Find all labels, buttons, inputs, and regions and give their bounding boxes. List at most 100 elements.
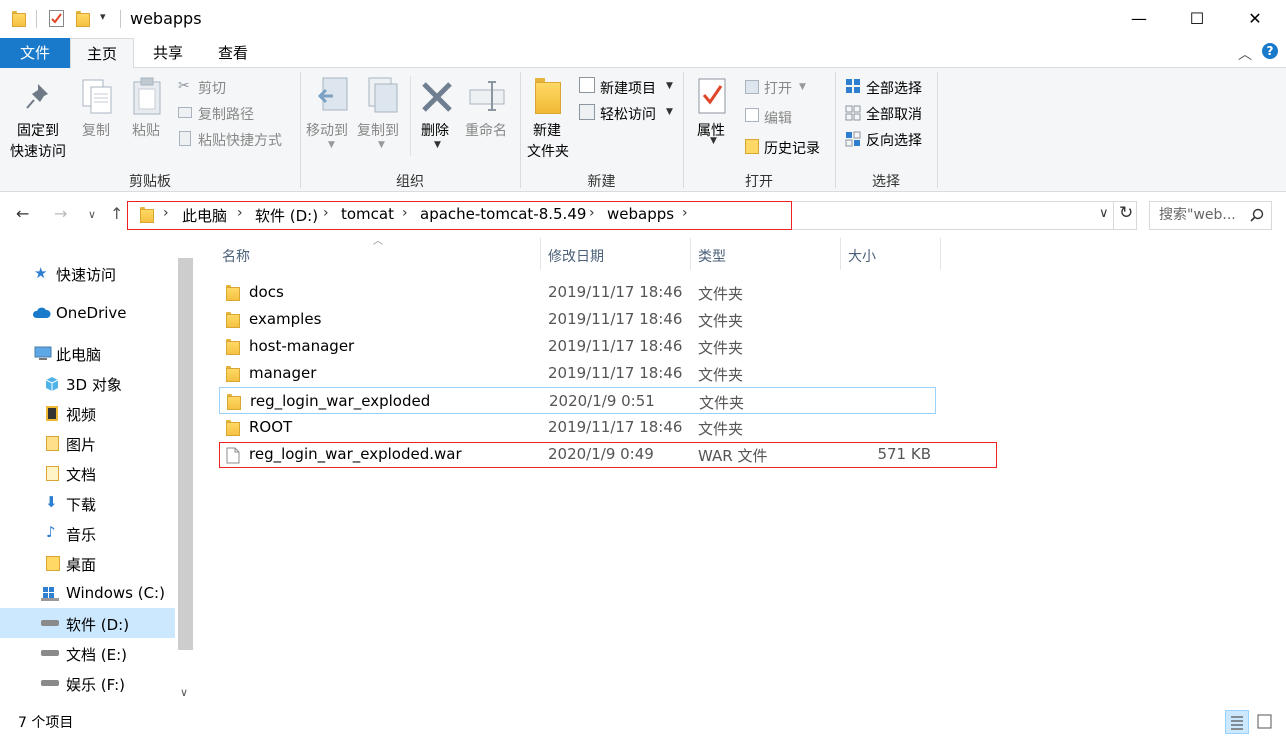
properties-quick-icon[interactable] <box>49 10 64 27</box>
nav-drive-c[interactable]: Windows (C:) <box>0 578 175 608</box>
file-date: 2020/1/9 0:51 <box>549 392 655 410</box>
edit-button[interactable]: 编辑 <box>764 108 792 128</box>
file-row-hovered[interactable]: reg_login_war_exploded 2020/1/9 0:51 文件夹 <box>219 387 936 414</box>
collapse-ribbon-icon[interactable]: ︿ <box>1238 44 1252 64</box>
copy-path-button[interactable]: 复制路径 <box>198 104 254 124</box>
drive-icon <box>41 650 59 656</box>
select-all-icon <box>846 79 860 93</box>
folder-icon <box>226 420 240 436</box>
rename-button[interactable]: 重命名 <box>465 120 507 140</box>
close-button[interactable]: ✕ <box>1226 0 1284 38</box>
select-all-button[interactable]: 全部选择 <box>866 78 922 98</box>
new-item-button[interactable]: 新建项目 <box>600 78 656 98</box>
tab-file[interactable]: 文件 <box>0 38 70 68</box>
scroll-down-icon[interactable]: ∨ <box>180 686 188 699</box>
pin-label-2[interactable]: 快速访问 <box>10 141 66 161</box>
chevron-right-icon[interactable]: › <box>402 205 408 221</box>
forward-arrow-icon[interactable]: → <box>54 204 67 223</box>
cut-button[interactable]: 剪切 <box>198 78 226 98</box>
history-button[interactable]: 历史记录 <box>764 138 820 158</box>
delete-button[interactable]: 删除 <box>421 120 449 140</box>
breadcrumb-this-pc[interactable]: 此电脑 <box>182 205 227 226</box>
breadcrumb-webapps[interactable]: webapps <box>607 205 674 223</box>
drive-icon <box>41 680 59 686</box>
column-header-name[interactable]: 名称 <box>222 246 250 266</box>
nav-this-pc[interactable]: 此电脑 <box>0 338 175 368</box>
breadcrumb-drive-d[interactable]: 软件 (D:) <box>255 205 318 226</box>
file-date: 2019/11/17 18:46 <box>548 364 683 382</box>
back-arrow-icon[interactable]: ← <box>16 204 29 223</box>
new-folder-label-1[interactable]: 新建 <box>533 120 561 140</box>
nav-drive-f[interactable]: 娱乐 (F:) <box>0 668 175 698</box>
details-view-button[interactable] <box>1225 710 1249 734</box>
drive-icon <box>41 620 59 626</box>
new-folder-label-2[interactable]: 文件夹 <box>527 141 569 161</box>
nav-quick-access[interactable]: ★ 快速访问 <box>0 258 175 288</box>
tab-view[interactable]: 查看 <box>202 38 264 68</box>
column-header-date[interactable]: 修改日期 <box>548 246 604 266</box>
new-folder-quick-icon[interactable] <box>76 11 90 27</box>
nav-onedrive[interactable]: OneDrive <box>0 298 175 328</box>
copy-to-button[interactable]: 复制到 <box>357 120 399 140</box>
invert-selection-button[interactable]: 反向选择 <box>866 130 922 150</box>
minimize-button[interactable]: — <box>1110 0 1168 38</box>
tab-share[interactable]: 共享 <box>138 38 198 68</box>
nav-pictures[interactable]: 图片 <box>0 428 175 458</box>
maximize-button[interactable]: ☐ <box>1168 0 1226 38</box>
nav-desktop[interactable]: 桌面 <box>0 548 175 578</box>
file-row[interactable]: docs 2019/11/17 18:46 文件夹 <box>219 279 936 306</box>
nav-drive-e[interactable]: 文档 (E:) <box>0 638 175 668</box>
address-dropdown-icon[interactable]: ∨ <box>1099 206 1109 221</box>
nav-music[interactable]: ♪ 音乐 <box>0 518 175 548</box>
easy-access-icon <box>579 104 595 120</box>
nav-drive-d[interactable]: 软件 (D:) <box>0 608 175 638</box>
open-button[interactable]: 打开 <box>764 78 792 98</box>
help-icon[interactable]: ? <box>1262 43 1278 59</box>
clipboard-group-label: 剪贴板 <box>129 174 171 190</box>
nav-label: 娱乐 (F:) <box>66 676 125 694</box>
chevron-right-icon[interactable]: › <box>323 205 329 221</box>
customize-toolbar-icon[interactable]: ▾ <box>100 10 106 23</box>
document-icon <box>46 466 59 481</box>
nav-videos[interactable]: 视频 <box>0 398 175 428</box>
column-header-type[interactable]: 类型 <box>698 246 726 266</box>
chevron-right-icon[interactable]: › <box>163 205 169 221</box>
file-row[interactable]: ROOT 2019/11/17 18:46 文件夹 <box>219 414 936 441</box>
rename-icon <box>469 81 505 111</box>
file-row[interactable]: examples 2019/11/17 18:46 文件夹 <box>219 306 936 333</box>
breadcrumb-apache-tomcat[interactable]: apache-tomcat-8.5.49 <box>420 205 586 223</box>
nav-scrollbar-thumb[interactable] <box>178 258 193 650</box>
chevron-right-icon[interactable]: › <box>589 205 595 221</box>
chevron-down-icon: ▼ <box>378 140 385 150</box>
ribbon: 固定到 快速访问 复制 粘贴 ✂ 剪切 复制路径 粘贴快捷方式 剪贴板 移动到 … <box>0 68 1286 192</box>
easy-access-button[interactable]: 轻松访问 <box>600 104 656 124</box>
breadcrumb-tomcat[interactable]: tomcat <box>341 205 394 223</box>
move-to-button[interactable]: 移动到 <box>306 120 348 140</box>
recent-locations-icon[interactable]: ∨ <box>88 208 96 221</box>
pin-label-1[interactable]: 固定到 <box>17 120 59 140</box>
paste-shortcut-button[interactable]: 粘贴快捷方式 <box>198 130 282 150</box>
file-row[interactable]: manager 2019/11/17 18:46 文件夹 <box>219 360 936 387</box>
large-icons-view-button[interactable] <box>1253 710 1277 734</box>
divider <box>840 238 841 270</box>
up-arrow-icon[interactable]: ↑ <box>110 204 123 223</box>
chevron-down-icon: ▼ <box>710 136 717 146</box>
file-type: 文件夹 <box>698 366 744 384</box>
open-group-label: 打开 <box>745 174 773 190</box>
folder-icon <box>227 394 241 410</box>
chevron-down-icon: ▼ <box>328 140 335 150</box>
tab-home[interactable]: 主页 <box>70 38 134 69</box>
file-row[interactable]: host-manager 2019/11/17 18:46 文件夹 <box>219 333 936 360</box>
refresh-icon[interactable]: ↻ <box>1119 203 1133 223</box>
nav-3d-objects[interactable]: 3D 对象 <box>0 368 175 398</box>
nav-downloads[interactable]: ⬇ 下载 <box>0 488 175 518</box>
search-icon[interactable] <box>1250 208 1264 222</box>
nav-documents[interactable]: 文档 <box>0 458 175 488</box>
file-name: examples <box>249 310 322 328</box>
chevron-right-icon[interactable]: › <box>682 205 688 221</box>
select-none-button[interactable]: 全部取消 <box>866 104 922 124</box>
chevron-right-icon[interactable]: › <box>237 205 243 221</box>
copy-button[interactable]: 复制 <box>82 120 110 140</box>
paste-button[interactable]: 粘贴 <box>132 120 160 140</box>
column-header-size[interactable]: 大小 <box>848 246 876 266</box>
